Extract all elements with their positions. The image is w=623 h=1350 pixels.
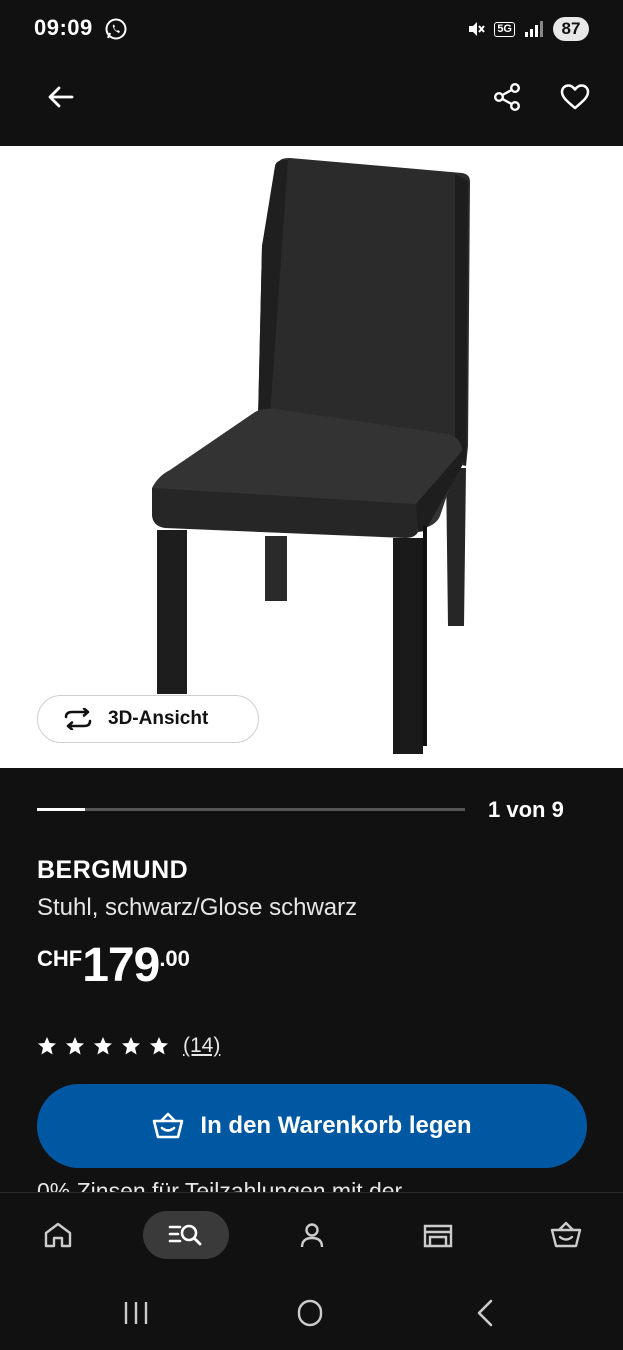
battery-indicator: 87 [553,17,589,41]
price-currency: CHF [37,946,83,971]
product-info: 1 von 9 BERGMUND Stuhl, schwarz/Glose sc… [0,768,623,1194]
share-icon[interactable] [490,80,524,114]
nav-search[interactable] [143,1211,229,1259]
cart-icon [153,1112,184,1139]
rotate-3d-icon [64,708,92,730]
product-name: BERGMUND [37,856,189,884]
heart-icon[interactable] [558,80,592,114]
nav-home[interactable] [34,1211,82,1259]
carousel-progress [37,808,465,811]
rating[interactable]: (14) [37,1034,220,1058]
carousel-counter: 1 von 9 [488,797,564,822]
price-decimal: .00 [159,946,190,971]
carousel-progress-fill [37,808,85,811]
signal-icon [525,21,543,37]
app-bar [0,58,623,146]
cart-icon [550,1221,582,1248]
home-icon [44,1222,72,1248]
system-navigation [0,1276,623,1350]
home-button-icon[interactable] [290,1298,330,1328]
price-integer: 179 [82,939,160,992]
status-time: 09:09 [34,15,93,40]
mute-icon [469,22,486,36]
star-icon [94,1037,112,1055]
network-badge: 5G [494,21,515,37]
system-back-icon[interactable] [466,1298,506,1328]
star-icon [150,1037,168,1055]
back-arrow-icon[interactable] [44,80,78,114]
rating-stars [37,1036,169,1056]
review-count-link[interactable]: (14) [183,1034,220,1058]
whatsapp-icon [105,18,127,40]
star-icon [122,1037,140,1055]
profile-icon [300,1223,324,1248]
recent-apps-icon[interactable] [116,1298,156,1328]
nav-store[interactable] [414,1211,462,1259]
bottom-navigation [0,1192,623,1276]
status-icons: 5G 87 [466,16,589,42]
store-icon [423,1224,453,1248]
nav-profile[interactable] [288,1211,336,1259]
product-description: Stuhl, schwarz/Glose schwarz [37,894,358,921]
chair-image [152,158,470,754]
product-image[interactable]: 3D-Ansicht [0,146,623,768]
product-price: CHF 179 .00 [37,940,190,992]
status-bar: 09:09 5G 87 [0,0,623,58]
star-icon [38,1037,56,1055]
view-3d-button[interactable]: 3D-Ansicht [37,695,259,743]
add-to-cart-label: In den Warenkorb legen [200,1112,472,1139]
add-to-cart-button[interactable]: In den Warenkorb legen [37,1084,587,1168]
search-list-icon [168,1224,202,1246]
nav-cart[interactable] [542,1211,590,1259]
star-icon [66,1037,84,1055]
view-3d-label: 3D-Ansicht [108,708,209,729]
